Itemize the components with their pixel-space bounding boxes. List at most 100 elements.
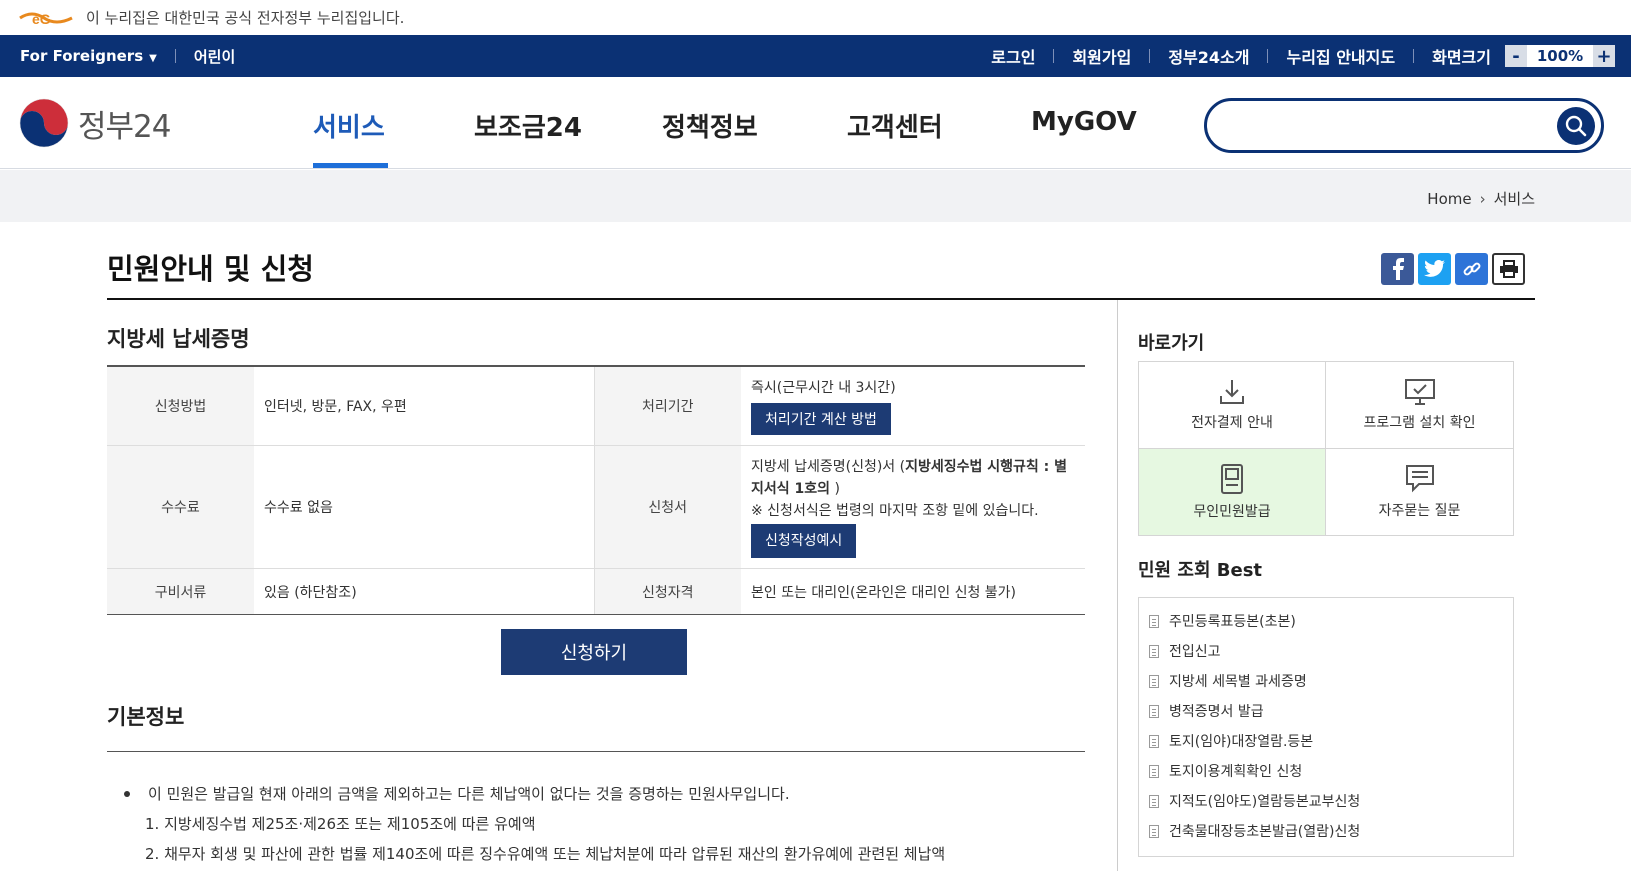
utility-bar: For Foreigners ▼ 어린이 로그인 회원가입 정부24소개 누리집 … (0, 35, 1631, 77)
quick-link-payment-guide[interactable]: 전자결제 안내 (1139, 362, 1326, 449)
login-link[interactable]: 로그인 (991, 44, 1035, 68)
signup-link[interactable]: 회원가입 (1072, 44, 1131, 68)
table-header-cell: 구비서류 (107, 568, 254, 615)
table-cell: 있음 (하단참조) (254, 568, 594, 615)
monitor-check-icon (1404, 378, 1435, 405)
nav-services[interactable]: 서비스 (313, 107, 385, 144)
facebook-share-button[interactable] (1381, 253, 1414, 285)
service-info-table: 신청방법 인터넷, 방문, FAX, 우편 처리기간 즉시(근무시간 내 3시간… (107, 365, 1085, 615)
table-header-cell: 신청서 (593, 445, 741, 569)
table-cell: 인터넷, 방문, FAX, 우편 (254, 366, 594, 446)
table-header-cell: 신청방법 (107, 366, 254, 446)
zoom-out-button[interactable]: - (1505, 45, 1527, 67)
divider (1413, 49, 1415, 63)
copy-link-button[interactable] (1455, 253, 1488, 285)
document-icon (1149, 614, 1159, 628)
egov-logo-icon: eG (19, 11, 73, 27)
bullet-icon (124, 790, 130, 797)
document-icon (1149, 764, 1159, 778)
application-form-text: 지방세 납세증명(신청)서 (지방세징수법 시행규칙 : 별지서식 1호의 ) (751, 459, 1067, 497)
about-link[interactable]: 정부24소개 (1168, 44, 1249, 68)
basic-info-bullet: 이 민원은 발급일 현재 아래의 금액을 제외하고는 다른 체납액이 없다는 것… (124, 783, 790, 804)
for-foreigners-link[interactable]: For Foreigners ▼ (20, 47, 157, 65)
share-toolbar (1381, 253, 1525, 285)
twitter-icon (1423, 260, 1445, 277)
title-divider (107, 298, 1535, 300)
nav-policy-info[interactable]: 정책정보 (662, 107, 758, 144)
processing-time-calc-button[interactable]: 처리기간 계산 방법 (751, 403, 891, 435)
chevron-right-icon: › (1479, 189, 1486, 208)
link-icon (1463, 262, 1480, 276)
twitter-share-button[interactable] (1418, 253, 1451, 285)
sitemap-link[interactable]: 누리집 안내지도 (1286, 44, 1395, 68)
basic-info-title: 기본정보 (107, 705, 185, 729)
quick-links-grid: 전자결제 안내 프로그램 설치 확인 무인민원발급 자주묻는 질문 (1138, 361, 1514, 536)
divider (1053, 49, 1055, 63)
search-box (1204, 98, 1604, 153)
kiosk-icon (1221, 463, 1243, 494)
active-nav-indicator (313, 163, 388, 168)
nav-customer-center[interactable]: 고객센터 (847, 107, 943, 144)
quick-link-kiosk[interactable]: 무인민원발급 (1139, 448, 1326, 535)
site-header: 정부24 서비스 보조금24 정책정보 고객센터 MyGOV (0, 77, 1631, 169)
nav-mygov[interactable]: MyGOV (1031, 107, 1137, 137)
list-item[interactable]: 지적도(임야도)열람등본교부신청 (1149, 786, 1513, 816)
breadcrumb-home[interactable]: Home (1427, 190, 1471, 208)
zoom-in-button[interactable]: + (1593, 45, 1615, 67)
column-divider (1117, 300, 1118, 871)
table-row: 수수료 수수료 없음 신청서 지방세 납세증명(신청)서 (지방세징수법 시행규… (107, 445, 1085, 569)
quick-link-label: 무인민원발급 (1193, 503, 1271, 520)
basic-info-item: 2. 채무자 회생 및 파산에 관한 법률 제140조에 따른 징수유예액 또는… (145, 845, 946, 863)
quick-link-program-check[interactable]: 프로그램 설치 확인 (1326, 362, 1513, 449)
table-header-cell: 수수료 (107, 445, 254, 569)
list-item[interactable]: 건축물대장등초본발급(열람)신청 (1149, 816, 1513, 846)
form-example-button[interactable]: 신청작성예시 (751, 524, 857, 558)
quick-link-label: 전자결제 안내 (1191, 414, 1273, 431)
list-item[interactable]: 지방세 세목별 과세증명 (1149, 666, 1513, 696)
table-cell: 본인 또는 대리인(온라인은 대리인 신청 불가) (741, 568, 1085, 615)
best-services-title: 민원 조회 Best (1138, 560, 1263, 581)
print-icon (1499, 260, 1518, 278)
best-services-list: 주민등록표등본(초본) 전입신고 지방세 세목별 과세증명 병적증명서 발급 토… (1138, 597, 1514, 857)
quick-link-faq[interactable]: 자주묻는 질문 (1326, 449, 1513, 536)
table-header-cell: 신청자격 (593, 568, 741, 615)
document-icon (1149, 794, 1159, 808)
list-item[interactable]: 토지(임야)대장열람.등본 (1149, 726, 1513, 756)
table-row: 신청방법 인터넷, 방문, FAX, 우편 처리기간 즉시(근무시간 내 3시간… (107, 366, 1085, 446)
facebook-icon (1392, 258, 1404, 280)
basic-info-item: 1. 지방세징수법 제25조·제26조 또는 제105조에 따른 유예액 (145, 815, 536, 833)
document-icon (1149, 644, 1159, 658)
search-input[interactable] (1229, 111, 1529, 139)
kids-link[interactable]: 어린이 (194, 46, 235, 67)
zoom-value: 100% (1527, 45, 1593, 67)
table-row: 구비서류 있음 (하단참조) 신청자격 본인 또는 대리인(온라인은 대리인 신… (107, 568, 1085, 615)
breadcrumb-current[interactable]: 서비스 (1494, 188, 1535, 209)
list-item[interactable]: 전입신고 (1149, 636, 1513, 666)
list-item[interactable]: 토지이용계획확인 신청 (1149, 756, 1513, 786)
table-header-cell: 처리기간 (593, 366, 741, 446)
notice-text: 이 누리집은 대한민국 공식 전자정부 누리집입니다. (86, 9, 405, 27)
divider (1149, 49, 1151, 63)
site-logo[interactable]: 정부24 (18, 97, 171, 149)
search-button[interactable] (1557, 107, 1595, 145)
divider (1267, 49, 1269, 63)
list-item[interactable]: 주민등록표등본(초본) (1149, 606, 1513, 636)
print-button[interactable] (1492, 253, 1525, 285)
quick-link-label: 프로그램 설치 확인 (1363, 414, 1476, 431)
search-icon (1565, 115, 1587, 137)
chat-bubble-icon (1405, 464, 1434, 493)
screen-size-label: 화면크기 (1432, 48, 1491, 67)
page-title: 민원안내 및 신청 (107, 252, 314, 286)
document-icon (1149, 704, 1159, 718)
document-icon (1149, 824, 1159, 838)
zoom-control: - 100% + (1505, 45, 1615, 67)
nav-subsidy24[interactable]: 보조금24 (474, 107, 582, 144)
table-cell: 수수료 없음 (254, 445, 594, 569)
caret-down-icon: ▼ (149, 53, 157, 64)
service-title: 지방세 납세증명 (107, 327, 250, 351)
breadcrumb: Home › 서비스 (1427, 188, 1535, 209)
breadcrumb-band: Home › 서비스 (0, 170, 1631, 222)
apply-button[interactable]: 신청하기 (501, 629, 687, 675)
list-item[interactable]: 병적증명서 발급 (1149, 696, 1513, 726)
download-icon (1220, 379, 1244, 404)
